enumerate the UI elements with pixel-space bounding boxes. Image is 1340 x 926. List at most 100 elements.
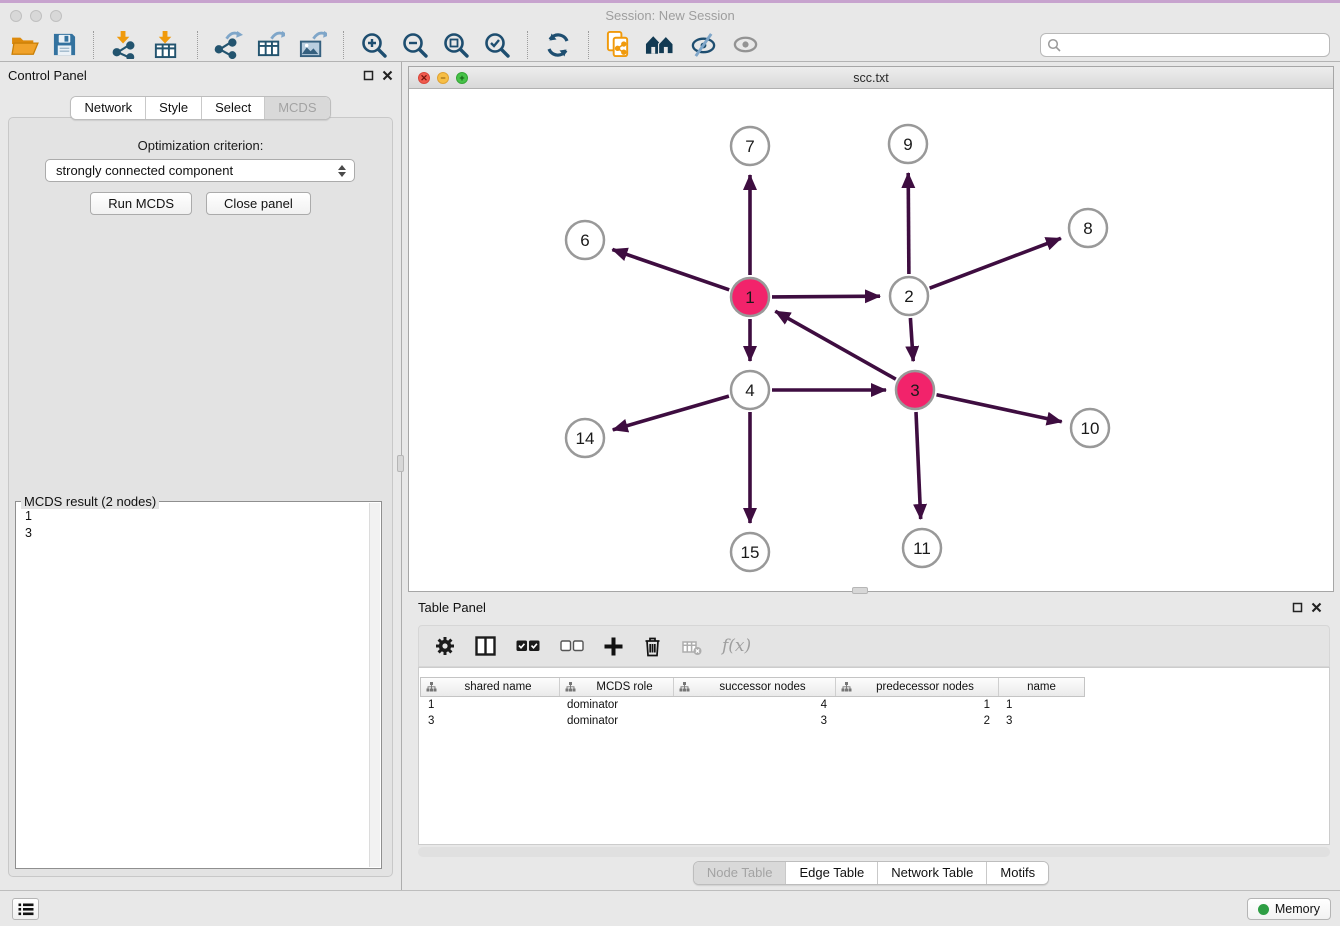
tab-style[interactable]: Style [146, 97, 202, 119]
mcds-result-groupbox: MCDS result (2 nodes) 13 [15, 501, 382, 869]
tab-select[interactable]: Select [202, 97, 265, 119]
cell-predecessor-nodes[interactable]: 2 [835, 713, 998, 729]
eye-slash-icon [689, 31, 718, 58]
node-label-6: 6 [580, 231, 589, 250]
tab-edge-table[interactable]: Edge Table [786, 862, 878, 884]
edge-2-9[interactable] [908, 173, 909, 274]
export-image-icon [298, 30, 327, 59]
float-table-panel-icon[interactable] [1292, 602, 1303, 613]
status-bar: Memory [0, 890, 1340, 926]
function-builder-button-disabled: f(x) [722, 636, 751, 656]
cell-shared-name[interactable]: 1 [420, 697, 559, 713]
column-header-mcds-role[interactable]: MCDS role [560, 678, 674, 696]
toolbar-separator [93, 31, 94, 59]
cell-successor-nodes[interactable]: 4 [673, 697, 835, 713]
horizontal-splitter-handle[interactable] [852, 587, 868, 594]
vertical-splitter-handle[interactable] [397, 455, 404, 472]
import-network-button[interactable] [109, 29, 140, 60]
clone-network-button[interactable] [604, 29, 633, 60]
mcds-result-list[interactable]: 13 [17, 504, 368, 867]
edge-2-8[interactable] [930, 238, 1061, 288]
close-table-panel-icon[interactable] [1311, 602, 1322, 613]
tab-node-table[interactable]: Node Table [694, 862, 787, 884]
edge-3-10[interactable] [937, 395, 1062, 422]
edge-3-11[interactable] [916, 412, 921, 519]
network-minimize-button[interactable]: − [437, 72, 449, 84]
refresh-layout-button[interactable] [543, 30, 573, 60]
column-header-name[interactable]: name [999, 678, 1084, 696]
memory-button[interactable]: Memory [1247, 898, 1331, 920]
edge-1-6[interactable] [612, 250, 729, 290]
edge-4-14[interactable] [613, 396, 729, 430]
minimize-window-button[interactable] [30, 10, 42, 22]
deselect-all-columns-button[interactable] [560, 640, 584, 652]
table-row[interactable]: 1dominator411 [420, 697, 1085, 713]
zoom-selected-button[interactable] [482, 30, 512, 60]
table-settings-button[interactable] [435, 636, 455, 656]
table-row[interactable]: 3dominator323 [420, 713, 1085, 729]
edge-1-2[interactable] [772, 296, 880, 297]
zoom-fit-button[interactable] [441, 30, 471, 60]
cell-shared-name[interactable]: 3 [420, 713, 559, 729]
select-all-columns-button[interactable] [516, 640, 540, 652]
network-close-button[interactable]: ✕ [418, 72, 430, 84]
maximize-window-button[interactable] [50, 10, 62, 22]
table-toolbar: f(x) [418, 625, 1330, 667]
tab-mcds[interactable]: MCDS [265, 97, 329, 119]
column-header-label: predecessor nodes [852, 681, 998, 693]
export-image-button[interactable] [297, 29, 328, 60]
column-header-predecessor-nodes[interactable]: predecessor nodes [836, 678, 999, 696]
cell-mcds-role[interactable]: dominator [559, 697, 673, 713]
show-columns-button[interactable] [475, 636, 496, 656]
control-panel-tabs: NetworkStyleSelectMCDS [70, 96, 330, 120]
node-label-3: 3 [910, 381, 919, 400]
network-view-window: ✕ − + scc.txt 1234678910111415 [408, 66, 1334, 592]
cell-mcds-role[interactable]: dominator [559, 713, 673, 729]
float-panel-icon[interactable] [363, 70, 374, 81]
column-header-successor-nodes[interactable]: successor nodes [674, 678, 836, 696]
zoom-selected-icon [483, 31, 511, 59]
table-panel-tabs: Node TableEdge TableNetwork TableMotifs [693, 861, 1049, 885]
cell-name[interactable]: 1 [998, 697, 1083, 713]
search-icon [1047, 38, 1061, 52]
cell-successor-nodes[interactable]: 3 [673, 713, 835, 729]
table-scrollbar[interactable] [418, 847, 1330, 857]
tab-network-table[interactable]: Network Table [878, 862, 987, 884]
close-window-button[interactable] [10, 10, 22, 22]
run-mcds-button[interactable]: Run MCDS [90, 192, 192, 215]
column-header-shared-name[interactable]: shared name [421, 678, 560, 696]
export-network-button[interactable] [213, 29, 244, 60]
hide-graphics-button[interactable] [688, 30, 719, 59]
network-window-title: scc.txt [409, 67, 1333, 89]
export-table-button[interactable] [255, 29, 286, 60]
criterion-dropdown[interactable]: strongly connected component [45, 159, 355, 182]
import-table-button[interactable] [151, 29, 182, 60]
search-input[interactable] [1065, 38, 1323, 52]
close-panel-button[interactable]: Close panel [206, 192, 311, 215]
edge-2-3[interactable] [910, 318, 913, 361]
edge-3-1[interactable] [775, 311, 896, 379]
cell-name[interactable]: 3 [998, 713, 1083, 729]
network-window-titlebar[interactable]: ✕ − + scc.txt [409, 67, 1333, 89]
zoom-in-button[interactable] [359, 30, 389, 60]
cell-predecessor-nodes[interactable]: 1 [835, 697, 998, 713]
node-label-7: 7 [745, 137, 754, 156]
result-scrollbar[interactable] [369, 503, 380, 867]
create-column-button[interactable] [604, 637, 623, 656]
close-panel-icon[interactable] [382, 70, 393, 81]
network-maximize-button[interactable]: + [456, 72, 468, 84]
houses-icon [645, 32, 676, 58]
home-views-button[interactable] [644, 31, 677, 59]
tab-motifs[interactable]: Motifs [987, 862, 1048, 884]
save-session-button[interactable] [51, 31, 78, 58]
application-window: Session: New Session Control Panel [0, 0, 1340, 926]
network-canvas[interactable]: 1234678910111415 [409, 89, 1333, 591]
tab-network[interactable]: Network [71, 97, 146, 119]
show-graphics-button [730, 30, 761, 59]
zoom-out-button[interactable] [400, 30, 430, 60]
delete-column-button[interactable] [643, 636, 662, 657]
open-session-button[interactable] [10, 32, 40, 58]
task-history-button[interactable] [12, 898, 39, 920]
search-box [1040, 33, 1330, 57]
column-header-label: shared name [437, 681, 559, 693]
